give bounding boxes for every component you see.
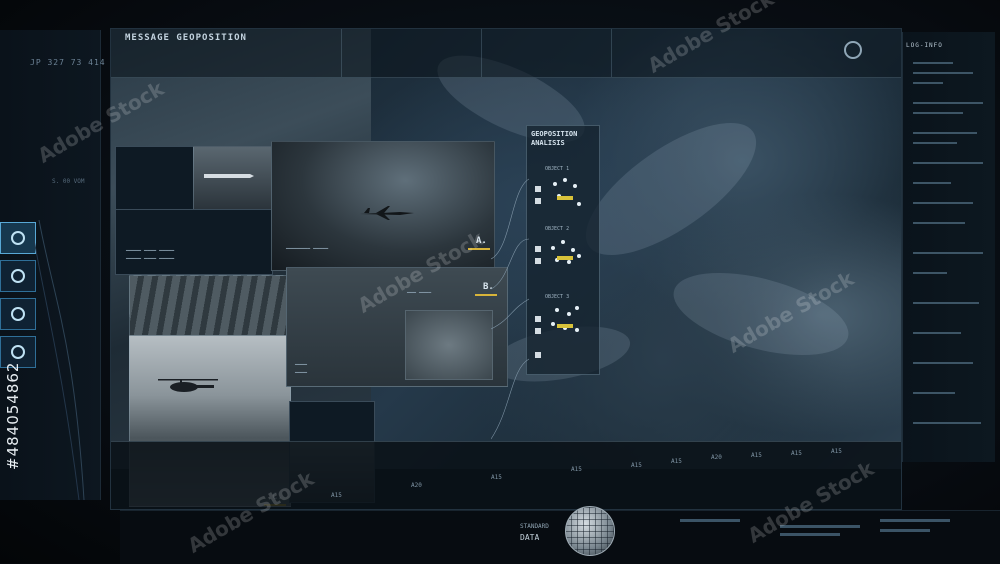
- missile-icon: [204, 174, 254, 178]
- ring-icon: [11, 269, 25, 283]
- connector-lines: [491, 178, 530, 440]
- geo-panel-title: GEOPOSITION ANALISIS: [531, 130, 578, 147]
- main-screen: MESSAGE GEOPOSITION ━━━━━ ━━━━ ━━━━━ ━━━…: [110, 28, 902, 510]
- data-caption: STANDARD: [520, 523, 549, 530]
- axis-label: A20: [711, 454, 722, 461]
- radar-icon[interactable]: [844, 41, 862, 59]
- stock-id: #484054862: [4, 361, 22, 470]
- axis-label: A15: [491, 474, 502, 481]
- object-badge-3: [557, 324, 573, 328]
- object-cluster-1[interactable]: [549, 176, 583, 210]
- object-badge-2: [557, 256, 573, 260]
- object-badge-1: [557, 196, 573, 200]
- ring-icon: [11, 345, 25, 359]
- axis-label: A15: [791, 450, 802, 457]
- left-sub-label: S. 00 VOM: [52, 178, 85, 185]
- fighter-jet-icon: [360, 206, 414, 220]
- missile-photo[interactable]: [193, 146, 273, 210]
- data-tile: ━━━━━ ━━━━ ━━━━━ ━━━━━ ━━━━ ━━━━━: [115, 209, 273, 275]
- axis-label: A15: [831, 448, 842, 455]
- target-button[interactable]: [0, 222, 36, 254]
- axis-label: A15: [631, 462, 642, 469]
- aircraft-closeup[interactable]: [405, 310, 493, 380]
- globe-icon[interactable]: [565, 506, 615, 556]
- radio-button-b[interactable]: [0, 298, 36, 330]
- page-title: MESSAGE GEOPOSITION: [125, 33, 247, 43]
- log-panel-title: LOG-INFO: [906, 42, 943, 49]
- info-tile: [115, 146, 195, 210]
- object-label-2: OBJECT 2: [545, 226, 570, 232]
- terrain-photo[interactable]: [129, 275, 289, 339]
- signal-curve: [34, 220, 85, 500]
- ring-icon: [11, 231, 25, 245]
- helicopter-icon: [158, 379, 218, 392]
- object-label-3: OBJECT 3: [545, 294, 570, 300]
- left-readout: JP 327 73 414: [30, 58, 106, 67]
- ring-icon: [11, 307, 25, 321]
- object-cluster-2[interactable]: [549, 236, 583, 270]
- axis-label: A15: [571, 466, 582, 473]
- axis-label: A15: [751, 452, 762, 459]
- radio-button-a[interactable]: [0, 260, 36, 292]
- object-cluster-3[interactable]: [549, 304, 583, 338]
- log-panel[interactable]: [902, 32, 995, 462]
- axis-label: A20: [411, 482, 422, 489]
- timeline-strip[interactable]: A15 A20 A15 A15 A15 A15 A20 A15 A15 A15: [111, 441, 901, 509]
- object-label-1: OBJECT 1: [545, 166, 570, 172]
- axis-label: A15: [671, 458, 682, 465]
- geoposition-panel: GEOPOSITION ANALISIS OBJECT 1 OBJECT 2 O…: [526, 125, 600, 375]
- data-label: DATA: [520, 533, 540, 542]
- axis-label: A15: [331, 492, 342, 499]
